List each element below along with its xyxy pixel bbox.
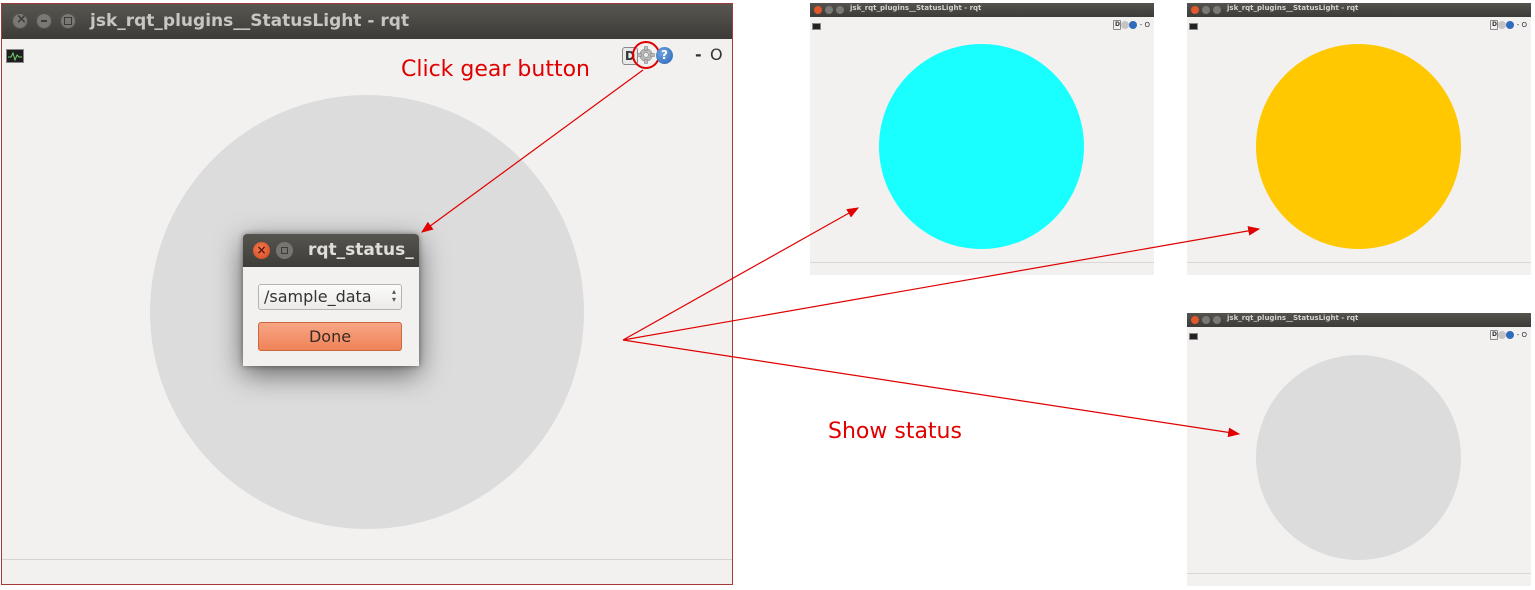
annotation-arrows xyxy=(421,69,1261,438)
gear-annotation-text: Click gear button xyxy=(401,57,590,82)
status-annotation-text: Show status xyxy=(828,419,962,444)
arrow-gear-to-dialog xyxy=(421,69,644,233)
arrow-to-yellow xyxy=(622,226,1261,341)
arrow-to-cyan xyxy=(622,207,860,341)
